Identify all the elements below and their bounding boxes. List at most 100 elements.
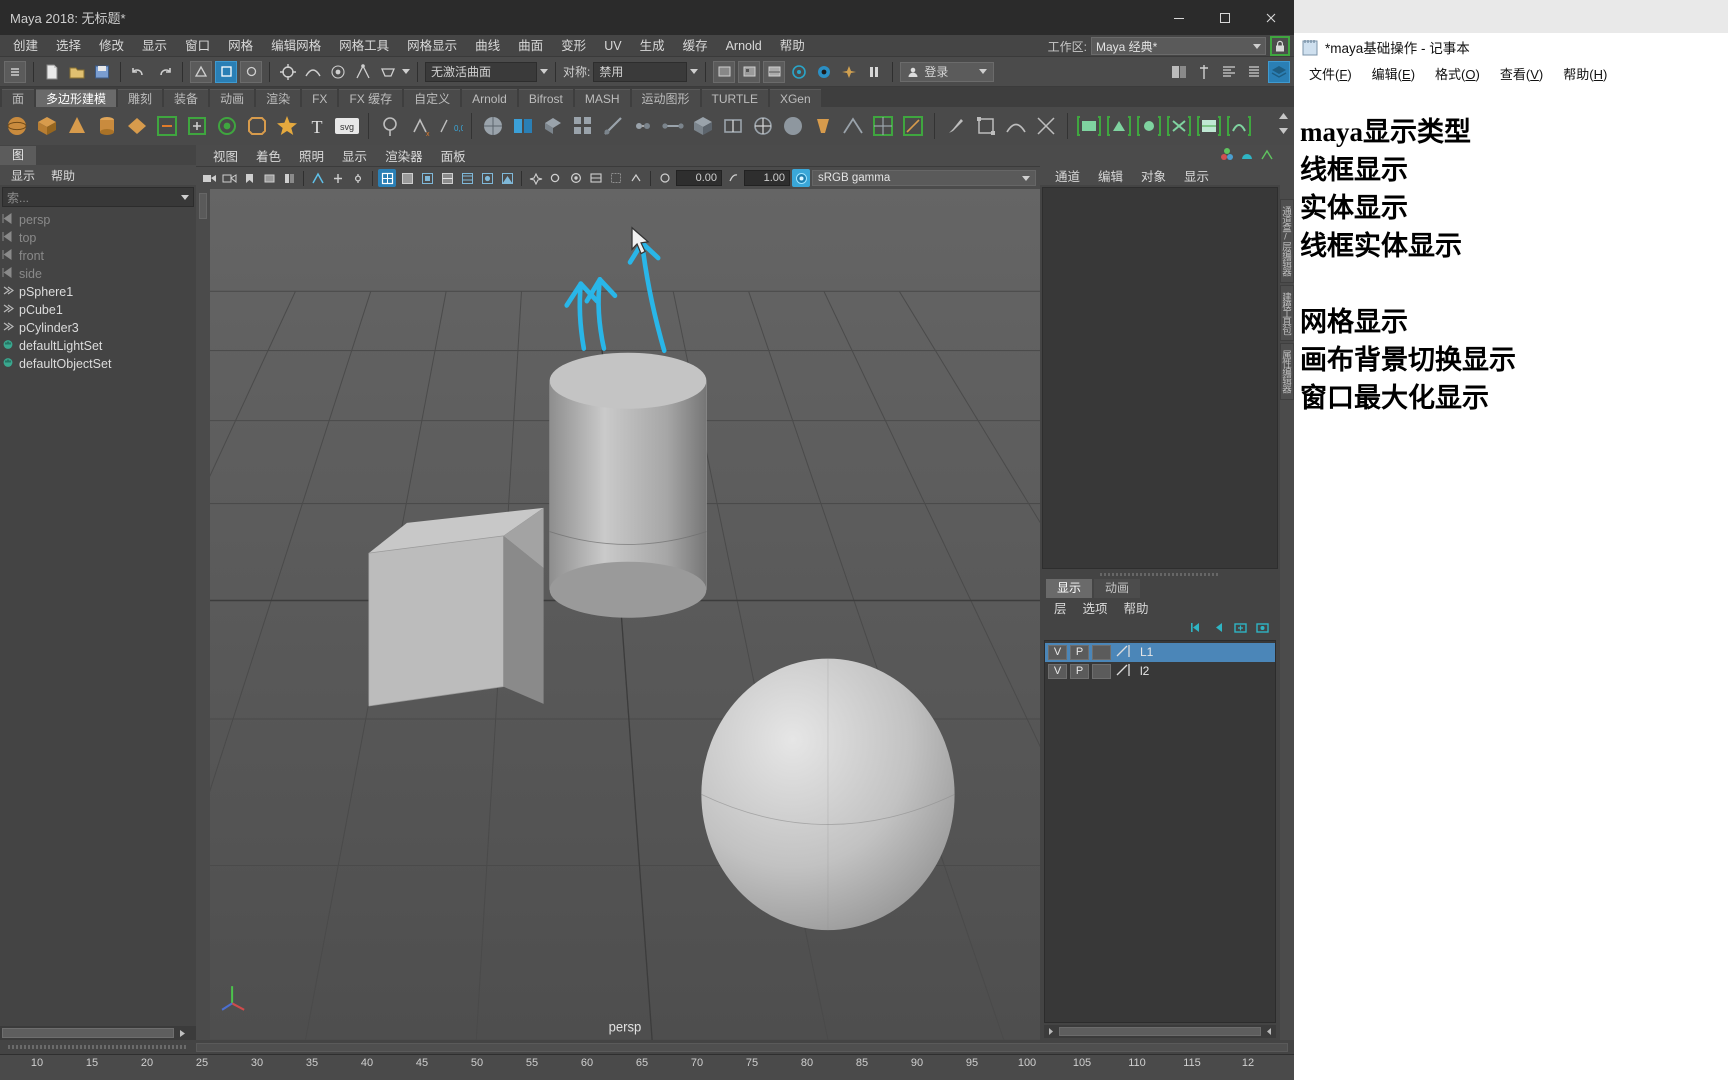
- select-component-icon[interactable]: [240, 60, 262, 83]
- shadows-icon[interactable]: [547, 169, 565, 187]
- camera-attributes-icon[interactable]: [220, 169, 238, 187]
- menu-item-create[interactable]: 创建: [4, 35, 47, 57]
- use-all-lights-icon[interactable]: [527, 169, 545, 187]
- poly-pipe-icon[interactable]: [809, 112, 837, 140]
- image-plane-icon[interactable]: [260, 169, 278, 187]
- notepad-text-area[interactable]: maya显示类型 线框显示 实体显示 线框实体显示 网格显示 画布背景切换显示 …: [1294, 85, 1728, 417]
- layer-move-first-icon[interactable]: [1189, 621, 1204, 637]
- insert-edge-loop-icon[interactable]: [719, 112, 747, 140]
- rail-handle-icon[interactable]: [199, 193, 207, 219]
- connect-icon[interactable]: [659, 112, 687, 140]
- viewport-menu-show[interactable]: 显示: [333, 146, 376, 165]
- show-tool-settings-icon[interactable]: [1193, 61, 1215, 83]
- uv-editor-icon[interactable]: [869, 112, 897, 140]
- multi-cut-icon[interactable]: [599, 112, 627, 140]
- menu-item-edit-mesh[interactable]: 编辑网格: [262, 35, 330, 57]
- poly-boolean-icon[interactable]: [539, 112, 567, 140]
- menu-set-selector[interactable]: [4, 60, 26, 83]
- maximize-icon[interactable]: [1202, 0, 1248, 35]
- poly-smooth-icon[interactable]: [213, 112, 241, 140]
- layer-playback-toggle[interactable]: P: [1070, 663, 1089, 679]
- green-bracket-1-icon[interactable]: [1075, 112, 1103, 140]
- snap-projection-icon[interactable]: [352, 61, 374, 83]
- depth-of-field-icon[interactable]: [627, 169, 645, 187]
- color-space-select[interactable]: sRGB gamma: [812, 170, 1036, 186]
- wireframe-on-shaded-icon[interactable]: [438, 169, 456, 187]
- show-channel-box-icon[interactable]: [1168, 61, 1190, 83]
- save-scene-icon[interactable]: [91, 61, 113, 83]
- shelf-tab-3[interactable]: 装备: [164, 89, 209, 107]
- channel-menu-channels[interactable]: 通道: [1046, 166, 1089, 185]
- green-bracket-5-icon[interactable]: [1195, 112, 1223, 140]
- layer-tab-animation[interactable]: 动画: [1094, 578, 1141, 598]
- xray-icon[interactable]: [329, 169, 347, 187]
- channel-menu-object[interactable]: 对象: [1132, 166, 1175, 185]
- smooth-shade-all-icon[interactable]: [398, 169, 416, 187]
- notepad-menu-help[interactable]: 帮助(H): [1554, 64, 1616, 83]
- shelf-tab-9[interactable]: Arnold: [462, 89, 517, 107]
- use-default-material-icon[interactable]: [478, 169, 496, 187]
- create-star-icon[interactable]: [273, 112, 301, 140]
- sphere-gray-icon[interactable]: [779, 112, 807, 140]
- outliner-item-top[interactable]: top: [0, 229, 196, 247]
- show-outliner-icon[interactable]: [1243, 61, 1265, 83]
- channel-box-content[interactable]: [1042, 187, 1278, 569]
- smooth-shade-selected-icon[interactable]: [418, 169, 436, 187]
- snap-curve-icon[interactable]: [302, 61, 324, 83]
- minimize-icon[interactable]: [1156, 0, 1202, 35]
- outliner-item-psphere1[interactable]: pSphere1: [0, 283, 196, 301]
- layer-row-l2[interactable]: V P l2: [1045, 662, 1275, 681]
- outliner-search-input[interactable]: 索...: [2, 187, 194, 207]
- lock-icon[interactable]: [1270, 36, 1290, 56]
- two-panes-icon[interactable]: [280, 169, 298, 187]
- outliner-item-front[interactable]: front: [0, 247, 196, 265]
- shelf-scroll-arrows[interactable]: [1277, 110, 1290, 137]
- redo-icon[interactable]: [153, 61, 175, 83]
- symmetry-chevron-down-icon[interactable]: [690, 69, 699, 74]
- snap-together-icon[interactable]: x: [406, 112, 434, 140]
- outliner-tab[interactable]: 图: [0, 146, 37, 165]
- layer-new-from-selected-icon[interactable]: [1255, 621, 1270, 637]
- layer-move-up-icon[interactable]: [1211, 621, 1226, 637]
- gamma-field[interactable]: 1.00: [744, 170, 790, 186]
- notepad-menu-edit[interactable]: 编辑(E): [1363, 64, 1424, 83]
- color-management-icon[interactable]: [792, 169, 810, 187]
- layer-playback-toggle[interactable]: P: [1070, 644, 1089, 660]
- layer-type-toggle[interactable]: [1092, 663, 1111, 679]
- green-bracket-3-icon[interactable]: [1135, 112, 1163, 140]
- shelf-tab-7[interactable]: FX 缓存: [339, 89, 403, 107]
- layer-visibility-toggle[interactable]: V: [1048, 663, 1067, 679]
- motion-blur-icon[interactable]: [587, 169, 605, 187]
- select-camera-icon[interactable]: [200, 169, 218, 187]
- search-chevron-down-icon[interactable]: [181, 194, 189, 200]
- shelf-tab-14[interactable]: XGen: [769, 89, 821, 107]
- poly-sphere-icon[interactable]: [3, 112, 31, 140]
- shelf-tab-1[interactable]: 多边形建模: [36, 89, 117, 107]
- timeline-range-slider[interactable]: [196, 1042, 1288, 1052]
- screen-space-ao-icon[interactable]: [567, 169, 585, 187]
- pause-icon[interactable]: [863, 61, 885, 83]
- green-bracket-6-icon[interactable]: [1225, 112, 1253, 140]
- offset-edge-loop-icon[interactable]: [749, 112, 777, 140]
- menu-item-generate[interactable]: 生成: [631, 35, 674, 57]
- snap-chevron-down-icon[interactable]: [402, 69, 410, 74]
- shelf-tab-2[interactable]: 雕刻: [118, 89, 163, 107]
- shelf-tab-5[interactable]: 渲染: [256, 89, 301, 107]
- layer-menu-layers[interactable]: 层: [1046, 598, 1075, 617]
- shelf-tab-0[interactable]: 面: [2, 89, 35, 107]
- shelf-tab-8[interactable]: 自定义: [404, 89, 461, 107]
- channel-box-icon-1[interactable]: [1220, 147, 1234, 164]
- texture-display-icon[interactable]: [458, 169, 476, 187]
- snap-align-icon[interactable]: [1032, 112, 1060, 140]
- outliner-item-defaultlightset[interactable]: defaultLightSet: [0, 337, 196, 355]
- menu-item-modify[interactable]: 修改: [90, 35, 133, 57]
- channel-menu-show[interactable]: 显示: [1175, 166, 1218, 185]
- layer-color-swatch-icon[interactable]: [1114, 644, 1134, 661]
- bookmark-icon[interactable]: [240, 169, 258, 187]
- layer-menu-options[interactable]: 选项: [1075, 598, 1116, 617]
- shaded-textured-icon[interactable]: [498, 169, 516, 187]
- paint-tool-icon[interactable]: [942, 112, 970, 140]
- outliner-item-persp[interactable]: persp: [0, 211, 196, 229]
- symmetry-field[interactable]: 禁用: [593, 61, 688, 82]
- isolate-select-icon[interactable]: [309, 169, 327, 187]
